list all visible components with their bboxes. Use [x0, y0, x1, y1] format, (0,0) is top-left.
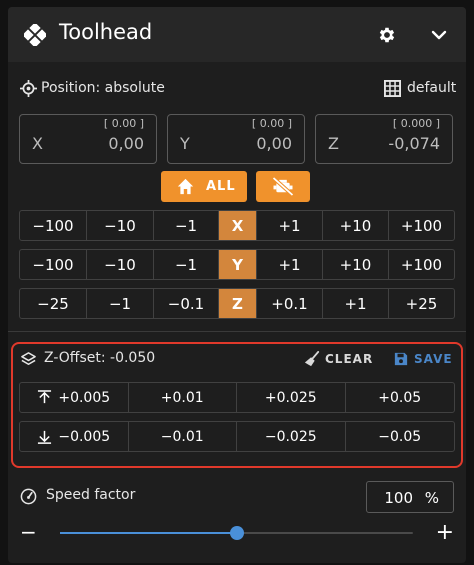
arrow-down-icon — [38, 430, 52, 444]
speed-factor-value: 100 — [384, 489, 413, 507]
home-all-button[interactable]: ALL — [161, 171, 247, 202]
speed-slider-thumb[interactable] — [229, 526, 244, 540]
speed-factor-unit: % — [424, 489, 439, 507]
zoffset-up-0-025[interactable]: +0.025 — [237, 383, 346, 412]
y-position-value: 0,00 — [256, 134, 292, 153]
x-position-value: 0,00 — [108, 134, 144, 153]
floppy-icon[interactable] — [394, 352, 408, 366]
jog-x-minus-100[interactable]: −100 — [20, 211, 87, 240]
jog-y-plus-100[interactable]: +100 — [389, 250, 454, 279]
zoffset-up-0-05[interactable]: +0.05 — [346, 383, 455, 412]
jog-z-plus-25[interactable]: +25 — [389, 289, 454, 318]
zoffset-down-0-005[interactable]: −0.005 — [20, 422, 129, 451]
z-position-value: -0,074 — [388, 134, 440, 153]
profile-label[interactable]: default — [407, 80, 456, 96]
jog-z-plus-1[interactable]: +1 — [323, 289, 389, 318]
zoffset-down-value: −0.005 — [58, 428, 111, 445]
zoffset-up-value: +0.005 — [58, 389, 111, 406]
jog-row-z: −25 −1 −0.1 Z +0.1 +1 +25 — [19, 288, 455, 319]
zoffset-header: Z-Offset: -0.050 CLEAR SAVE — [20, 349, 454, 369]
speed-decrease-button[interactable]: − — [20, 520, 37, 544]
save-button[interactable]: SAVE — [414, 352, 453, 366]
speed-factor-label: Speed factor — [46, 487, 136, 503]
zoffset-down-0-025[interactable]: −0.025 — [237, 422, 346, 451]
z-requested-value: [ 0.000 ] — [392, 117, 440, 130]
layers-icon — [21, 352, 36, 365]
speed-slider-fill — [60, 532, 237, 534]
y-axis-label: Y — [180, 134, 190, 153]
y-position-field[interactable]: [ 0.00 ] Y 0,00 — [167, 114, 305, 164]
jog-y-minus-100[interactable]: −100 — [20, 250, 87, 279]
jog-row-x: −100 −10 −1 X +1 +10 +100 — [19, 210, 455, 241]
arrow-up-icon — [38, 390, 52, 404]
jog-x-plus-1[interactable]: +1 — [257, 211, 323, 240]
home-y-button[interactable]: Y — [219, 250, 257, 279]
zoffset-up-row: +0.005 +0.01 +0.025 +0.05 — [19, 382, 455, 413]
panel-header: Toolhead — [8, 7, 466, 62]
jog-x-plus-10[interactable]: +10 — [323, 211, 389, 240]
broom-icon[interactable] — [304, 351, 320, 367]
jog-y-minus-10[interactable]: −10 — [87, 250, 154, 279]
gear-icon[interactable] — [377, 25, 397, 45]
jog-x-minus-1[interactable]: −1 — [154, 211, 219, 240]
z-axis-label: Z — [328, 134, 339, 153]
toolhead-icon — [24, 24, 46, 46]
chevron-down-icon[interactable] — [429, 25, 449, 45]
jog-z-minus-1[interactable]: −1 — [87, 289, 154, 318]
zoffset-down-row: −0.005 −0.01 −0.025 −0.05 — [19, 421, 455, 452]
jog-y-minus-1[interactable]: −1 — [154, 250, 219, 279]
jog-x-plus-100[interactable]: +100 — [389, 211, 454, 240]
home-all-label: ALL — [206, 179, 236, 194]
jog-z-plus-0-1[interactable]: +0.1 — [257, 289, 323, 318]
speed-factor-input[interactable]: 100 % — [366, 481, 454, 513]
jog-row-y: −100 −10 −1 Y +1 +10 +100 — [19, 249, 455, 280]
panel-title: Toolhead — [59, 20, 153, 44]
jog-y-plus-10[interactable]: +10 — [323, 250, 389, 279]
zoffset-up-0-01[interactable]: +0.01 — [129, 383, 237, 412]
zoffset-down-0-05[interactable]: −0.05 — [346, 422, 455, 451]
jog-z-minus-25[interactable]: −25 — [20, 289, 87, 318]
grid-icon — [384, 80, 401, 97]
crosshair-icon — [20, 80, 37, 97]
zoffset-up-0-005[interactable]: +0.005 — [20, 383, 129, 412]
motors-off-button[interactable] — [256, 171, 310, 202]
speed-factor-row: Speed factor 100 % — [20, 481, 454, 513]
motor-off-icon — [272, 177, 294, 196]
speed-slider-row: − + — [20, 520, 454, 545]
jog-z-minus-0-1[interactable]: −0.1 — [154, 289, 219, 318]
speed-increase-button[interactable]: + — [436, 520, 454, 545]
speed-slider[interactable] — [60, 526, 413, 540]
home-x-button[interactable]: X — [219, 211, 257, 240]
position-mode-label: Position: absolute — [41, 80, 165, 96]
x-position-field[interactable]: [ 0.00 ] X 0,00 — [19, 114, 157, 164]
x-axis-label: X — [32, 134, 43, 153]
jog-x-minus-10[interactable]: −10 — [87, 211, 154, 240]
home-z-button[interactable]: Z — [219, 289, 257, 318]
y-requested-value: [ 0.00 ] — [251, 117, 292, 130]
section-divider — [8, 331, 466, 332]
x-requested-value: [ 0.00 ] — [103, 117, 144, 130]
speedometer-icon — [20, 488, 37, 505]
zoffset-label: Z-Offset: -0.050 — [44, 350, 156, 366]
z-position-field[interactable]: [ 0.000 ] Z -0,074 — [315, 114, 453, 164]
jog-y-plus-1[interactable]: +1 — [257, 250, 323, 279]
home-icon — [177, 178, 194, 195]
zoffset-down-0-01[interactable]: −0.01 — [129, 422, 237, 451]
clear-button[interactable]: CLEAR — [325, 352, 373, 366]
position-row: Position: absolute default — [20, 79, 456, 99]
toolhead-panel: Toolhead Position: absolute default [ 0.… — [8, 7, 466, 563]
